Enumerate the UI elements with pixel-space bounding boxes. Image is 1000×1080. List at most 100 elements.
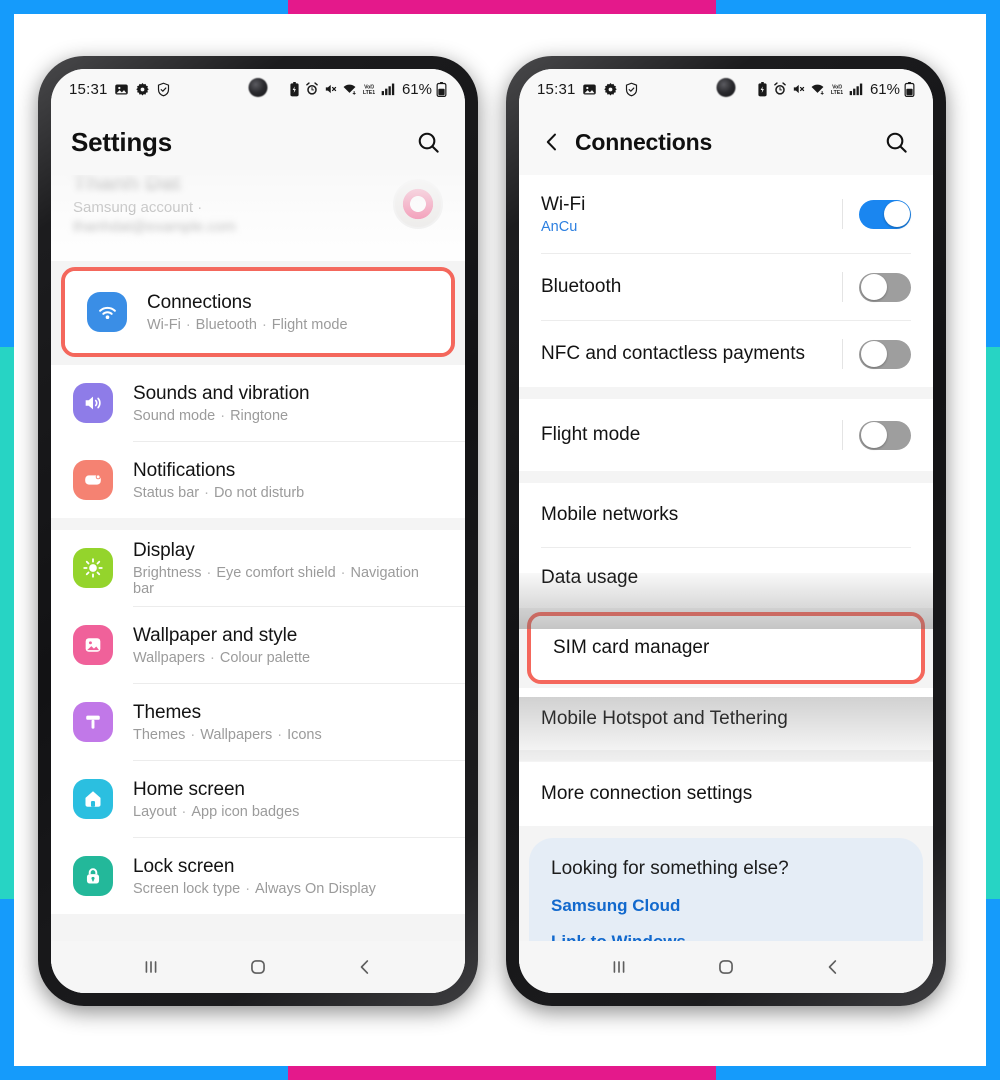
home-circle-icon[interactable] — [247, 956, 269, 978]
account-subtitle: Samsung account · — [73, 199, 203, 216]
sidebar-item-display[interactable]: Display Brightness · Eye comfort shield · Na… — [51, 530, 465, 606]
notification-icon — [73, 460, 113, 500]
lock-icon — [73, 856, 113, 896]
battery-percent-label: 61% — [401, 80, 432, 98]
list-item-flight-mode[interactable]: Flight mode — [519, 399, 933, 471]
recents-icon[interactable] — [140, 956, 162, 978]
settings-header: Settings — [51, 109, 465, 175]
row-text: SIM card manager — [553, 637, 899, 659]
phone-right-screen: 15:31 VoŊ LTE1 61% Connections Wi-Fi AnC… — [519, 69, 933, 993]
flight-mode-toggle[interactable] — [859, 420, 911, 450]
row-text: Mobile Hotspot and Tethering — [541, 708, 911, 730]
page-title: Connections — [575, 128, 713, 155]
row-title: Mobile networks — [541, 504, 679, 525]
battery-saver-icon — [288, 81, 301, 97]
settings-gear-icon — [135, 82, 150, 97]
row-subtitle: Sound mode · Ringtone — [133, 407, 289, 424]
svg-text:LTE1: LTE1 — [363, 90, 375, 96]
list-item-bluetooth[interactable]: Bluetooth — [519, 254, 933, 320]
toggle-knob — [860, 422, 887, 448]
row-title: Notifications — [133, 459, 236, 481]
settings-group-1: Sounds and vibration Sound mode · Ringtone — [51, 365, 465, 518]
highlight-box-sim-card-manager: SIM card manager — [527, 612, 925, 684]
back-chevron-icon[interactable] — [354, 956, 376, 978]
row-title: Mobile Hotspot and Tethering — [541, 708, 788, 729]
sidebar-item-home-screen[interactable]: Home screen Layout · App icon badges — [51, 761, 465, 837]
wifi-icon — [342, 82, 357, 96]
list-item-sim-card-manager[interactable]: SIM card manager — [531, 616, 921, 680]
back-chevron-icon[interactable] — [535, 125, 569, 159]
alarm-icon — [305, 82, 319, 96]
group-gap — [519, 750, 933, 762]
row-text: Connections Wi-Fi · Bluetooth · Flight mode — [147, 292, 429, 333]
list-item-mobile-hotspot[interactable]: Mobile Hotspot and Tethering — [519, 688, 933, 750]
wifi-toggle[interactable] — [859, 199, 911, 229]
row-title: Display — [133, 539, 195, 561]
row-subtitle: Brightness · Eye comfort shield · Navigation… — [133, 564, 419, 597]
row-subtitle: Layout · App icon badges — [133, 803, 300, 820]
row-text: More connection settings — [541, 783, 911, 805]
row-title: Themes — [133, 701, 202, 723]
svg-text:VoŊ: VoŊ — [832, 84, 842, 90]
settings-gear-icon — [603, 82, 618, 97]
connections-list[interactable]: Wi-Fi AnCu Bluetooth NFC and contactless… — [519, 175, 933, 993]
row-title: SIM card manager — [553, 637, 710, 658]
sidebar-item-connections[interactable]: Connections Wi-Fi · Bluetooth · Flight mode — [65, 271, 451, 353]
phone-left-screen: 15:31 VoŊ LTE1 61% Settings Thanh Dat Sa… — [51, 69, 465, 993]
account-card[interactable]: Thanh Dat Samsung account · thanhdat@exa… — [51, 175, 465, 261]
list-item-nfc[interactable]: NFC and contactless payments — [519, 321, 933, 387]
highlight-box-connections: Connections Wi-Fi · Bluetooth · Flight mode — [61, 267, 455, 357]
connections-group-3: Mobile networks Data usage — [519, 483, 933, 608]
front-camera-punch-hole — [248, 78, 268, 97]
wifi-toggle-wrap — [842, 199, 911, 229]
row-title: Home screen — [133, 778, 245, 800]
status-time: 15:31 — [69, 80, 108, 98]
frame-accent-left — [0, 347, 14, 899]
group-gap — [519, 387, 933, 399]
sidebar-item-sounds[interactable]: Sounds and vibration Sound mode · Ringtone — [51, 365, 465, 441]
connections-header: Connections — [519, 109, 933, 175]
status-bar-right-icons: VoŊ LTE1 61% — [756, 81, 915, 98]
list-item-more-connection-settings[interactable]: More connection settings — [519, 762, 933, 826]
home-circle-icon[interactable] — [715, 956, 737, 978]
row-title: Data usage — [541, 567, 639, 588]
row-title: Wi-Fi — [541, 193, 586, 215]
row-title: Wallpaper and style — [133, 624, 298, 646]
bluetooth-toggle[interactable] — [859, 272, 911, 302]
nfc-toggle-wrap — [842, 339, 911, 369]
svg-text:LTE1: LTE1 — [831, 90, 843, 96]
link-samsung-cloud[interactable]: Samsung Cloud — [551, 896, 901, 916]
row-text: Data usage — [541, 567, 911, 589]
connections-group-5: More connection settings — [519, 762, 933, 826]
list-item-data-usage[interactable]: Data usage — [519, 548, 933, 608]
sidebar-item-notifications[interactable]: Notifications Status bar · Do not disturb — [51, 442, 465, 518]
settings-list[interactable]: Thanh Dat Samsung account · thanhdat@exa… — [51, 175, 465, 993]
row-subtitle: Wallpapers · Colour palette — [133, 649, 311, 666]
mute-icon — [791, 82, 806, 96]
toggle-separator — [842, 420, 843, 450]
sidebar-item-lock-screen[interactable]: Lock screen Screen lock type · Always On D… — [51, 838, 465, 914]
connections-group-2: Flight mode — [519, 399, 933, 471]
back-chevron-icon[interactable] — [822, 956, 844, 978]
sidebar-item-wallpaper[interactable]: Wallpaper and style Wallpapers · Colour pa… — [51, 607, 465, 683]
volte-icon: VoŊ LTE1 — [361, 82, 377, 97]
row-title: Bluetooth — [541, 276, 622, 297]
recents-icon[interactable] — [608, 956, 630, 978]
nfc-toggle[interactable] — [859, 339, 911, 369]
search-icon[interactable] — [411, 125, 445, 159]
row-subtitle: Status bar · Do not disturb — [133, 484, 305, 501]
connections-group-1: Wi-Fi AnCu Bluetooth NFC and contactless… — [519, 175, 933, 387]
status-bar-left-icons: 15:31 — [69, 81, 171, 98]
frame-accent-right — [986, 347, 1000, 899]
row-text: Wallpaper and style Wallpapers · Colour pa… — [133, 625, 443, 666]
front-camera-punch-hole — [716, 78, 736, 97]
shield-check-icon — [156, 82, 171, 97]
sidebar-item-themes[interactable]: Themes Themes · Wallpapers · Icons — [51, 684, 465, 760]
svg-text:VoŊ: VoŊ — [364, 84, 374, 90]
list-item-mobile-networks[interactable]: Mobile networks — [519, 483, 933, 547]
row-text: Wi-Fi AnCu — [541, 194, 842, 235]
search-icon[interactable] — [879, 125, 913, 159]
list-item-wifi[interactable]: Wi-Fi AnCu — [519, 175, 933, 253]
avatar[interactable] — [393, 179, 443, 229]
volte-icon: VoŊ LTE1 — [829, 82, 845, 97]
